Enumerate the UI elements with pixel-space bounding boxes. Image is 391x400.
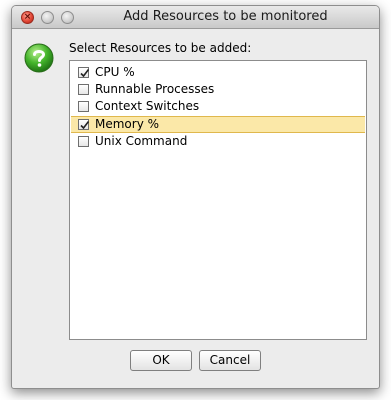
- checkbox-unix-command[interactable]: [78, 136, 89, 147]
- list-item-label: Runnable Processes: [95, 82, 215, 96]
- resources-list[interactable]: CPU % Runnable Processes Context Switche…: [69, 60, 367, 340]
- close-window-button[interactable]: ×: [21, 11, 34, 24]
- list-item-label: Memory %: [95, 117, 160, 131]
- checkbox-memory[interactable]: [78, 119, 90, 130]
- checkbox-runnable-processes[interactable]: [78, 84, 89, 95]
- list-item-context-switches[interactable]: Context Switches: [71, 98, 365, 115]
- select-resources-label: Select Resources to be added:: [69, 41, 252, 55]
- close-x-icon: ×: [23, 12, 32, 22]
- list-item-label: Unix Command: [95, 134, 188, 148]
- title-bar[interactable]: × Add Resources to be monitored: [12, 6, 379, 29]
- help-question-icon: [24, 43, 54, 73]
- list-item-cpu[interactable]: CPU %: [71, 64, 365, 81]
- list-item-label: Context Switches: [95, 99, 200, 113]
- window-title: Add Resources to be monitored: [123, 9, 328, 24]
- checkmark-icon: [80, 69, 90, 78]
- list-item-label: CPU %: [95, 65, 135, 79]
- zoom-window-button[interactable]: [61, 11, 74, 24]
- dialog-window: × Add Resources to be monitored Select R…: [11, 5, 380, 389]
- ok-button[interactable]: OK: [130, 350, 192, 371]
- list-item-memory[interactable]: Memory %: [71, 116, 365, 133]
- cancel-button[interactable]: Cancel: [199, 350, 261, 371]
- list-item-runnable-processes[interactable]: Runnable Processes: [71, 81, 365, 98]
- checkbox-context-switches[interactable]: [78, 101, 89, 112]
- checkmark-icon: [80, 121, 90, 130]
- list-item-unix-command[interactable]: Unix Command: [71, 133, 365, 150]
- checkbox-cpu[interactable]: [78, 67, 90, 78]
- minimize-window-button[interactable]: [41, 11, 54, 24]
